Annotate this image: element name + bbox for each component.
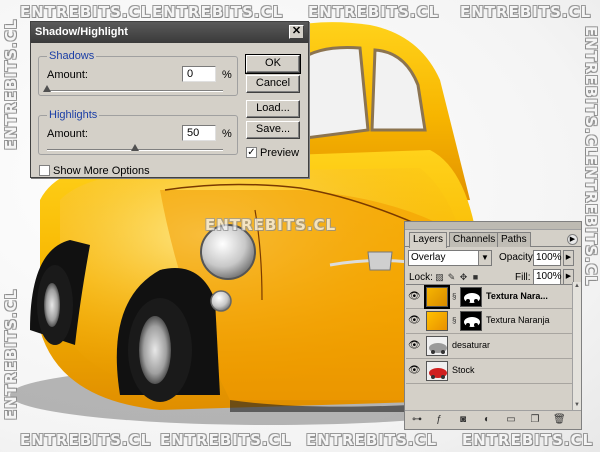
watermark: ENTREBITS.CL	[152, 3, 284, 21]
layer-thumbnail	[426, 361, 448, 381]
dialog-titlebar[interactable]: Shadow/Highlight ✕	[31, 22, 308, 43]
watermark: ENTREBITS.CL	[462, 431, 594, 449]
lock-transparency-icon[interactable]: ▨	[435, 272, 444, 282]
fill-label: Fill:	[515, 272, 531, 283]
layer-mask-thumbnail[interactable]	[460, 311, 482, 331]
shadow-highlight-dialog: Shadow/Highlight ✕ Shadows Amount: 0 % H…	[30, 21, 309, 178]
panel-tabs: Layers Channels Paths ▶	[405, 230, 581, 248]
layer-thumbnail	[424, 285, 450, 309]
ok-button[interactable]: OK	[245, 54, 301, 74]
shadows-amount-input[interactable]: 0	[182, 66, 216, 82]
watermark: ENTREBITS.CL	[160, 431, 292, 449]
link-icon[interactable]: ⊶	[411, 414, 423, 426]
save-button[interactable]: Save...	[246, 121, 300, 139]
trash-icon[interactable]: 🗑	[553, 414, 566, 426]
lock-all-icon[interactable]: ■	[471, 272, 480, 282]
layer-name: desaturar	[452, 340, 491, 350]
preview-checkbox[interactable]: ✓	[246, 147, 257, 158]
chevron-down-icon: ▼	[478, 251, 491, 265]
eye-icon[interactable]: 👁	[408, 365, 421, 377]
highlights-amount-label: Amount:	[47, 128, 88, 140]
highlights-percent-label: %	[222, 128, 232, 140]
link-chain-icon: §	[452, 316, 457, 325]
shadows-slider-thumb[interactable]	[43, 85, 51, 92]
layer-row[interactable]: 👁 desaturar	[406, 334, 572, 359]
panel-menu-icon[interactable]: ▶	[567, 234, 578, 245]
layer-mask-thumbnail[interactable]	[460, 287, 482, 307]
lock-label: Lock:	[409, 272, 433, 283]
link-chain-icon: §	[452, 292, 457, 301]
lock-position-icon[interactable]: ✥	[459, 272, 468, 282]
layer-row[interactable]: 👁 § Textura Nara...	[406, 284, 572, 309]
watermark: ENTREBITS.CL	[582, 155, 600, 287]
watermark: ENTREBITS.CL	[582, 26, 600, 158]
cancel-button[interactable]: Cancel	[246, 75, 300, 93]
opacity-slider-button[interactable]: ▶	[563, 250, 574, 266]
layer-thumbnail	[426, 311, 448, 331]
highlights-slider-thumb[interactable]	[131, 144, 139, 151]
watermark: ENTREBITS.CL	[205, 216, 337, 234]
watermark: ENTREBITS.CL	[20, 3, 152, 21]
opacity-label: Opacity:	[499, 252, 536, 263]
watermark: ENTREBITS.CL	[460, 3, 592, 21]
layer-style-icon[interactable]: ƒ	[433, 414, 445, 426]
eye-icon[interactable]: 👁	[408, 291, 421, 303]
layer-row[interactable]: 👁 Stock	[406, 359, 572, 384]
eye-icon[interactable]: 👁	[408, 315, 421, 327]
close-icon: ✕	[291, 25, 302, 37]
layer-name: Stock	[452, 365, 475, 375]
highlights-amount-input[interactable]: 50	[182, 125, 216, 141]
show-more-options-checkbox[interactable]	[39, 165, 50, 176]
layers-bottom-toolbar: ⊶ ƒ ◙ ◐ ▭ ❐ 🗑	[405, 410, 581, 429]
blend-mode-select[interactable]: Overlay ▼	[408, 250, 492, 266]
watermark: ENTREBITS.CL	[2, 18, 20, 150]
layers-panel: Layers Channels Paths ▶ Overlay ▼ Opacit…	[404, 221, 582, 430]
opacity-input[interactable]: 100%	[533, 250, 562, 266]
dialog-title: Shadow/Highlight	[35, 26, 128, 38]
tab-layers[interactable]: Layers	[409, 232, 448, 248]
layer-name: Textura Nara...	[486, 291, 548, 301]
adjustment-icon[interactable]: ◐	[481, 414, 493, 426]
highlights-group-title: Highlights	[47, 109, 100, 121]
shadows-amount-label: Amount:	[47, 69, 88, 81]
fill-input[interactable]: 100%	[533, 269, 562, 285]
group-icon[interactable]: ▭	[505, 414, 517, 426]
scroll-down-icon[interactable]: ▼	[573, 401, 581, 410]
show-more-options-label: Show More Options	[53, 165, 150, 177]
watermark: ENTREBITS.CL	[308, 3, 440, 21]
layer-row[interactable]: 👁 § Textura Naranja	[406, 309, 572, 334]
layer-name: Textura Naranja	[486, 315, 550, 325]
layer-thumbnail	[426, 336, 448, 356]
lock-image-icon[interactable]: ✎	[447, 272, 456, 282]
blend-mode-value: Overlay	[411, 252, 446, 263]
new-layer-icon[interactable]: ❐	[529, 414, 541, 426]
scroll-up-icon[interactable]: ▲	[573, 282, 581, 291]
highlights-group: Highlights Amount: 50 %	[38, 109, 238, 155]
shadows-percent-label: %	[222, 69, 232, 81]
panel-grip[interactable]	[405, 222, 581, 230]
watermark: ENTREBITS.CL	[20, 431, 152, 449]
watermark: ENTREBITS.CL	[306, 431, 438, 449]
shadows-amount-slider[interactable]	[47, 90, 223, 92]
preview-label: Preview	[260, 147, 300, 159]
shadows-group: Shadows Amount: 0 %	[38, 50, 238, 96]
eye-icon[interactable]: 👁	[408, 340, 421, 352]
layers-scrollbar[interactable]: ▲ ▼	[572, 282, 581, 410]
tab-paths[interactable]: Paths	[497, 232, 531, 247]
load-button[interactable]: Load...	[246, 100, 300, 118]
mask-icon[interactable]: ◙	[457, 414, 469, 426]
watermark: ENTREBITS.CL	[2, 288, 20, 420]
tab-channels[interactable]: Channels	[449, 232, 500, 247]
shadows-group-title: Shadows	[47, 50, 97, 62]
close-button[interactable]: ✕	[289, 25, 304, 39]
